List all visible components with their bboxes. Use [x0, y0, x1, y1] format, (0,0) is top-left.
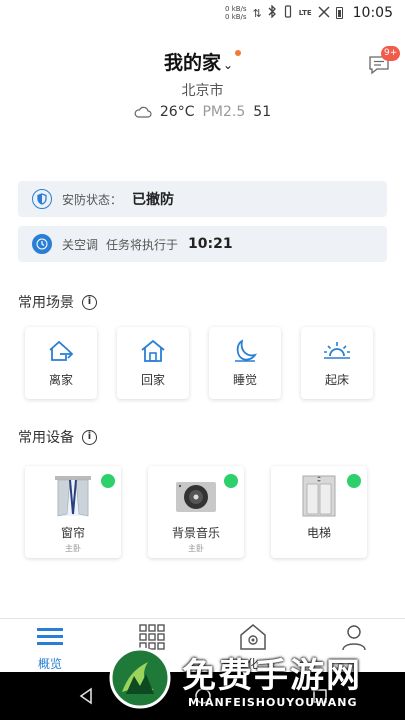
- pm-label: PM2.5: [202, 104, 246, 120]
- moon-icon: [235, 338, 258, 362]
- music-player-icon: [176, 482, 216, 512]
- home-name: 我的家: [163, 52, 221, 74]
- device-elevator[interactable]: 电梯: [271, 466, 367, 558]
- net-down-text: 0 kB/s: [225, 13, 247, 21]
- device-room: 主卧: [188, 544, 204, 553]
- scene-label: 回家: [140, 372, 165, 387]
- device-name: 窗帘: [60, 526, 85, 540]
- devices-title-text: 常用设备: [18, 430, 74, 446]
- scenes-title-text: 常用场景: [18, 295, 74, 311]
- cloud-icon: [134, 106, 152, 118]
- net-up-text: 0 kB/s: [225, 5, 247, 13]
- home-selector[interactable]: 我的家 ⌄: [0, 48, 405, 75]
- device-name: 电梯: [306, 526, 331, 540]
- scene-label: 起床: [324, 372, 349, 387]
- menu-list-icon: [37, 628, 63, 645]
- scheduled-task-card[interactable]: 关空调 任务将执行于 10:21: [18, 226, 387, 262]
- status-time: 10:05: [352, 5, 393, 21]
- devices-section-title: 常用设备 i: [18, 427, 97, 447]
- shield-icon: [32, 189, 52, 209]
- battery-icon: [335, 7, 343, 19]
- scene-leave-home[interactable]: 离家: [25, 327, 97, 399]
- temperature: 26°C: [159, 104, 195, 120]
- vibrate-icon: [283, 5, 293, 21]
- task-time: 10:21: [188, 236, 233, 252]
- clock-icon: [32, 234, 52, 254]
- back-icon[interactable]: [76, 686, 96, 706]
- watermark-title: 免费手游网: [182, 656, 362, 696]
- chevron-down-icon: ⌄: [222, 58, 234, 72]
- task-name: 关空调: [62, 237, 99, 252]
- pm-value: 51: [253, 104, 272, 120]
- watermark-logo-icon: [109, 647, 171, 709]
- curtain-icon: [55, 476, 91, 517]
- nav-label: 概览: [37, 657, 62, 671]
- watermark-subtitle: MIANFEISHOUYOUWANG: [188, 696, 358, 709]
- info-icon[interactable]: i: [82, 429, 97, 445]
- scenes-section-title: 常用场景 i: [18, 292, 97, 312]
- lte-signal-icon: LTE: [299, 9, 312, 17]
- data-arrows-icon: ⇅: [252, 6, 262, 20]
- home-icon: [141, 339, 165, 362]
- device-online-indicator: [224, 474, 238, 488]
- security-status-card[interactable]: 安防状态： 已撤防: [18, 181, 387, 217]
- scene-label: 睡觉: [232, 372, 257, 387]
- network-speed: 0 kB/s 0 kB/s: [225, 5, 247, 21]
- city-label: 北京市: [181, 83, 224, 99]
- scene-return-home[interactable]: 回家: [117, 327, 189, 399]
- device-online-indicator: [101, 474, 115, 488]
- device-name: 背景音乐: [171, 526, 220, 540]
- nav-overview[interactable]: 概览: [0, 619, 100, 673]
- no-sim-icon: [318, 5, 330, 21]
- task-desc: 任务将执行于: [106, 237, 179, 252]
- device-online-indicator: [347, 474, 361, 488]
- sunrise-icon: [324, 341, 350, 359]
- device-room: 主卧: [65, 544, 81, 553]
- notification-dot: [235, 50, 242, 56]
- scene-sleep[interactable]: 睡觉: [209, 327, 281, 399]
- device-curtain[interactable]: 窗帘 主卧: [25, 466, 121, 558]
- bluetooth-icon: [268, 4, 277, 21]
- scene-label: 离家: [48, 372, 73, 387]
- watermark: 免费手游网 MIANFEISHOUYOUWANG: [108, 642, 405, 720]
- leave-home-icon: [49, 340, 74, 361]
- weather-row: 26°C PM2.5 51: [0, 104, 405, 120]
- security-label: 安防状态：: [62, 192, 123, 207]
- elevator-icon: [302, 475, 336, 517]
- message-badge: 9+: [381, 46, 401, 61]
- scene-wake-up[interactable]: 起床: [301, 327, 373, 399]
- status-bar: 0 kB/s 0 kB/s ⇅ LTE 10:05: [0, 0, 405, 26]
- lte-label: LTE: [298, 9, 312, 17]
- device-background-music[interactable]: 背景音乐 主卧: [148, 466, 244, 558]
- info-icon[interactable]: i: [82, 294, 97, 310]
- security-value: 已撤防: [132, 192, 175, 208]
